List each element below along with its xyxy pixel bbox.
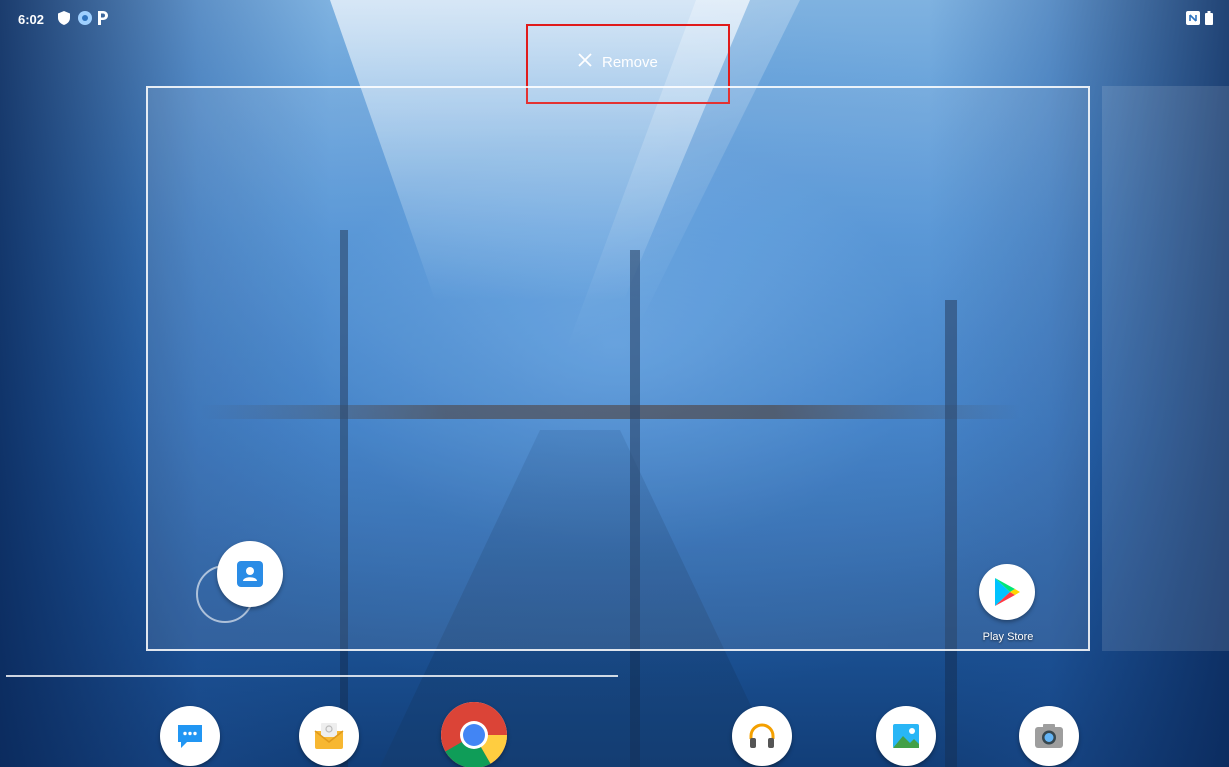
home-screen: 6:02 Remove Play Store [0,0,1229,767]
gallery-icon[interactable] [876,706,936,766]
status-time: 6:02 [18,12,45,27]
shield-icon [58,11,70,30]
play-store-icon[interactable] [979,564,1035,620]
messages-icon[interactable] [160,706,220,766]
camera-icon[interactable] [1019,706,1079,766]
email-icon[interactable] [299,706,359,766]
music-icon[interactable] [732,706,792,766]
next-page-preview[interactable] [1102,86,1229,651]
workspace-page[interactable] [146,86,1090,651]
remove-label: Remove [602,53,658,71]
chrome-icon[interactable] [441,702,507,767]
account-icon [78,11,92,30]
contacts-icon[interactable] [217,541,283,607]
hotseat-divider [6,675,618,677]
close-icon [578,53,592,71]
parking-icon [97,11,108,30]
play-store-label: Play Store [982,631,1034,643]
nfc-icon [1186,11,1200,30]
battery-icon [1205,11,1213,30]
